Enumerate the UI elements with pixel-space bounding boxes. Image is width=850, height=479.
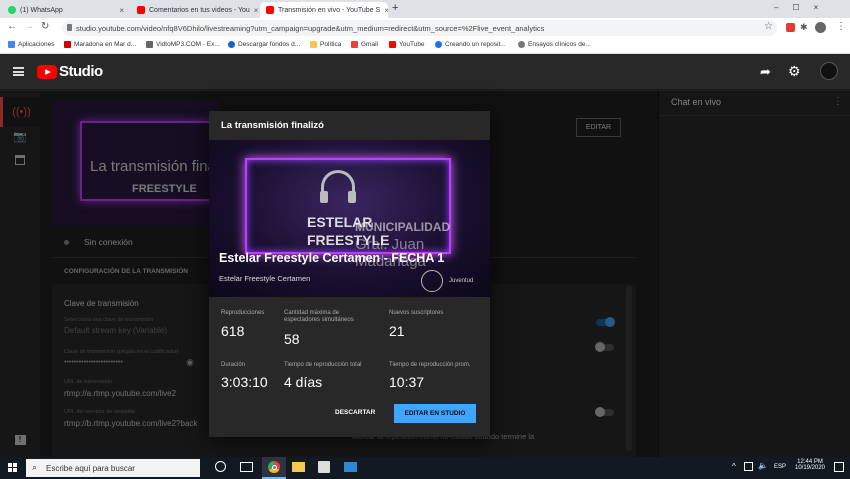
tab-comentarios[interactable]: Comentarios en tus videos - You × <box>131 2 259 18</box>
video-thumbnail[interactable]: ESTELAR FREESTYLE MUNICIPALIDAD Gral. Ju… <box>209 140 490 297</box>
taskbar-chrome[interactable] <box>262 457 286 479</box>
tab-whatsapp[interactable]: (1) WhatsApp × <box>2 2 130 18</box>
music-icon <box>146 41 153 48</box>
task-view-icon[interactable] <box>240 462 253 472</box>
cortana-icon[interactable] <box>215 461 226 472</box>
studio-header: Studio ➦ ⚙ <box>0 54 850 90</box>
close-tab-icon[interactable]: × <box>119 6 124 15</box>
bookmark-ensayos[interactable]: Ensayos clínicos de... <box>518 41 591 48</box>
bookmark-vidtomp3[interactable]: VidtoMP3.COM - Ex... <box>146 41 220 48</box>
gear-icon <box>518 41 525 48</box>
bookmark-maradona[interactable]: Maradona en Mar d... <box>64 41 136 48</box>
stat-label-subscribers: Nuevos suscriptores <box>389 310 444 316</box>
stat-label-watch-time: Tiempo de reproducción total <box>284 362 362 368</box>
menu-icon[interactable]: ⋮ <box>836 21 846 32</box>
volume-icon[interactable]: 🔈 <box>758 461 768 470</box>
stat-label-peak-viewers: Cantidad máxima de espectadores simultán… <box>284 310 354 323</box>
extension-icon[interactable] <box>786 23 795 32</box>
lock-icon <box>67 24 72 31</box>
stat-label-avg-watch: Tiempo de reproducción prom. <box>389 362 471 368</box>
stat-label-views: Reproducciones <box>221 310 265 316</box>
folder-icon <box>310 41 317 48</box>
youtube-icon <box>137 6 145 14</box>
new-tab-button[interactable]: + <box>392 2 398 14</box>
municipality-logo-icon <box>421 270 443 292</box>
share-icon[interactable]: ➦ <box>760 64 771 80</box>
apps-grid-icon <box>8 41 15 48</box>
language-indicator[interactable]: ESP <box>774 464 786 470</box>
stat-value-peak-viewers: 58 <box>284 331 300 347</box>
file-explorer-icon[interactable] <box>292 462 305 472</box>
stream-ended-dialog: La transmisión finalizó ESTELAR FREESTYL… <box>209 111 490 437</box>
tab-transmision[interactable]: Transmisión en vivo - YouTube S × <box>260 2 388 18</box>
youtube-logo-icon[interactable] <box>37 65 57 79</box>
edit-in-studio-button[interactable]: EDITAR EN STUDIO <box>394 404 476 423</box>
close-tab-icon[interactable]: × <box>254 6 259 15</box>
bookmark-fondos[interactable]: Descargar fondos d... <box>228 41 300 48</box>
bookmark-youtube[interactable]: YouTube <box>389 41 425 48</box>
stat-value-avg-watch: 10:37 <box>389 374 425 390</box>
channel-name[interactable]: Estelar Freestyle Certamen <box>219 274 310 283</box>
settings-gear-icon[interactable]: ⚙ <box>788 63 801 80</box>
thumb-overlay-1: MUNICIPALIDAD <box>355 220 451 234</box>
back-icon[interactable]: ← <box>7 21 17 32</box>
bookmark-politica[interactable]: Política <box>310 41 341 48</box>
dialog-title: La transmisión finalizó <box>221 120 324 131</box>
profile-avatar[interactable] <box>815 22 826 33</box>
video-title: Estelar Freestyle Certamen - FECHA 1 <box>219 251 445 265</box>
headphones-icon <box>320 170 356 203</box>
bookmark-gmail[interactable]: Gmail <box>351 41 378 48</box>
discard-button[interactable]: DESCARTAR <box>335 409 375 416</box>
globe-icon <box>228 41 235 48</box>
browser-tab-bar: (1) WhatsApp × Comentarios en tus videos… <box>0 0 850 18</box>
youtube-icon <box>64 41 71 48</box>
bookmark-repositorio[interactable]: Creando un reposit... <box>435 41 506 48</box>
browser-toolbar: ← → ↻ studio.youtube.com/video/nfq8V6Dhi… <box>0 18 850 38</box>
link-icon <box>435 41 442 48</box>
clock[interactable]: 12:44 PM 10/19/2020 <box>792 459 828 471</box>
store-icon[interactable] <box>318 461 330 473</box>
channel-avatar[interactable] <box>820 62 838 80</box>
gmail-icon <box>351 41 358 48</box>
star-icon[interactable]: ☆ <box>764 21 773 32</box>
hamburger-menu-icon[interactable] <box>13 67 24 76</box>
mail-icon[interactable] <box>344 462 357 472</box>
stat-value-watch-time: 4 días <box>284 374 323 390</box>
stat-value-subscribers: 21 <box>389 323 405 339</box>
window-controls[interactable]: –☐× <box>774 3 832 12</box>
close-tab-icon[interactable]: × <box>384 6 388 15</box>
windows-start-icon[interactable] <box>8 463 18 473</box>
stat-value-views: 618 <box>221 323 245 339</box>
reload-icon[interactable]: ↻ <box>41 21 49 32</box>
bookmark-apps[interactable]: Aplicaciones <box>8 41 55 48</box>
network-icon[interactable] <box>744 462 753 471</box>
search-icon: ⌕ <box>32 462 38 472</box>
stat-value-duration: 3:03:10 <box>221 374 268 390</box>
tray-chevron-icon[interactable]: ^ <box>732 462 736 471</box>
stat-label-duration: Duración <box>221 362 246 368</box>
youtube-icon <box>389 41 396 48</box>
address-bar[interactable]: studio.youtube.com/video/nfq8V6Dhilo/liv… <box>62 20 777 36</box>
taskbar-search-box[interactable]: ⌕ Escribe aquí para buscar <box>26 459 200 477</box>
notifications-icon[interactable] <box>834 462 844 472</box>
whatsapp-icon <box>8 6 16 14</box>
puzzle-icon[interactable]: ✱ <box>800 22 808 33</box>
studio-logo[interactable]: Studio <box>59 63 103 80</box>
windows-taskbar: ⌕ Escribe aquí para buscar ^ 🔈 ESP 12:44… <box>0 457 850 479</box>
youtube-icon <box>266 6 274 14</box>
forward-icon[interactable]: → <box>24 21 34 32</box>
thumb-overlay-3: Juventud <box>449 278 474 284</box>
bookmarks-bar: Aplicaciones Maradona en Mar d... VidtoM… <box>0 38 850 54</box>
